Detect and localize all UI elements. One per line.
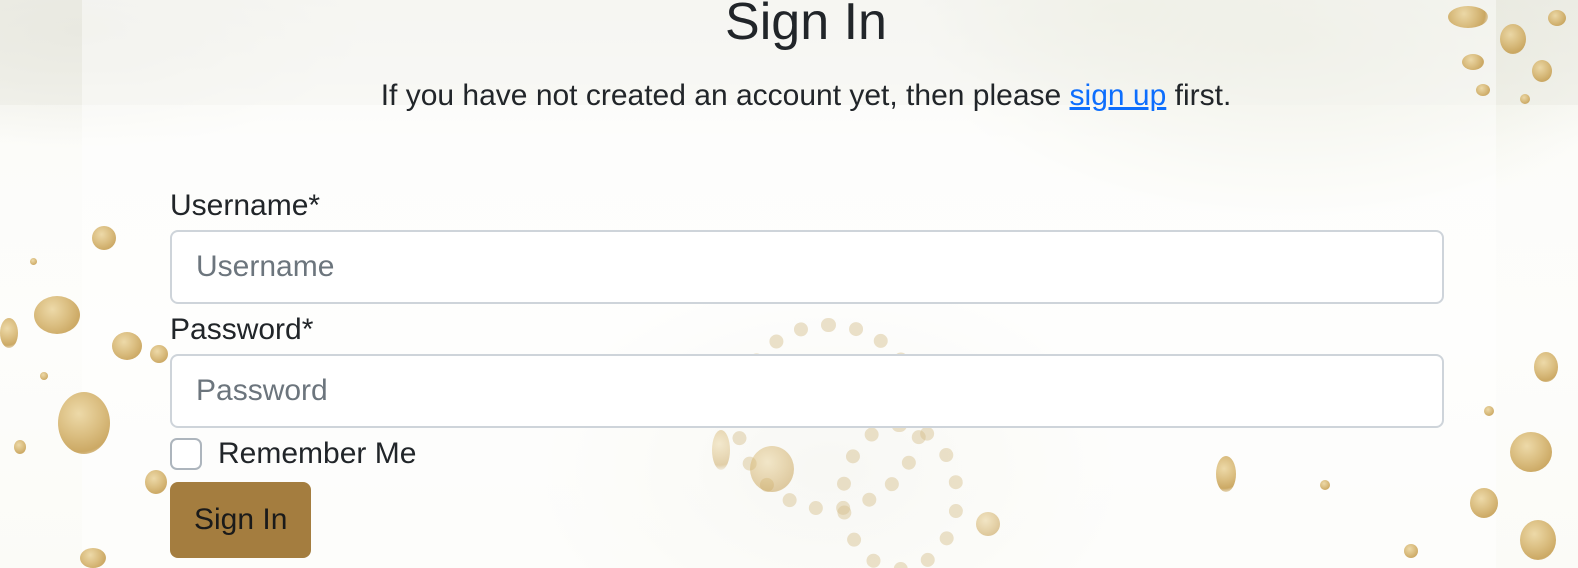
sign-in-page: Sign In If you have not created an accou…: [0, 0, 1578, 568]
signup-prompt-before: If you have not created an account yet, …: [380, 79, 1070, 112]
remember-me-label: Remember Me: [218, 437, 417, 470]
sign-in-form: Username* Password* Remember Me Sign In: [170, 186, 1444, 558]
signup-prompt: If you have not created an account yet, …: [0, 76, 1578, 116]
sign-in-button[interactable]: Sign In: [170, 482, 312, 558]
password-label: Password*: [170, 313, 314, 346]
signup-link[interactable]: sign up: [1070, 79, 1167, 112]
remember-me-checkbox[interactable]: [170, 438, 202, 470]
password-input[interactable]: [170, 354, 1444, 428]
username-label: Username*: [170, 189, 321, 222]
page-title: Sign In: [725, 0, 887, 51]
username-input[interactable]: [170, 230, 1444, 304]
remember-me-row[interactable]: Remember Me: [170, 432, 1444, 476]
signup-prompt-after: first.: [1166, 79, 1232, 112]
